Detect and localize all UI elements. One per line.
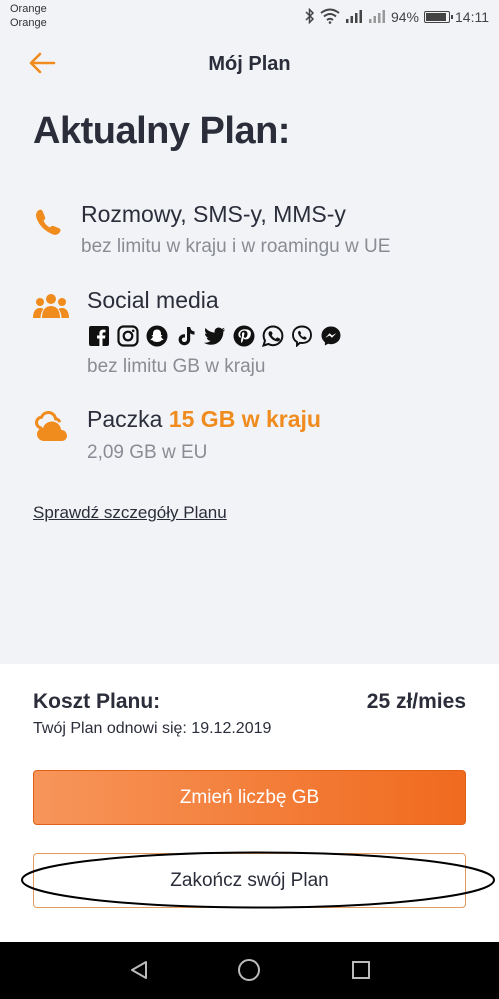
phone-icon <box>33 207 63 242</box>
snapchat-icon <box>145 324 168 347</box>
cloud-icon <box>32 410 70 447</box>
battery-percent: 94% <box>390 9 419 25</box>
change-gb-button[interactable]: Zmień liczbę GB <box>33 770 466 825</box>
instagram-icon <box>116 324 139 347</box>
carrier-name: Orange <box>10 3 47 15</box>
messenger-icon <box>319 324 342 347</box>
users-icon <box>32 292 70 325</box>
cost-label: Koszt Planu: <box>33 690 161 713</box>
viber-icon <box>290 324 313 347</box>
data-title-prefix: Paczka <box>87 406 169 432</box>
calls-title: Rozmowy, SMS-y, MMS-y <box>81 201 346 227</box>
pinterest-icon <box>232 324 255 347</box>
page-title: Mój Plan <box>208 53 291 75</box>
social-title: Social media <box>87 287 219 313</box>
triangle-back-icon <box>131 961 147 979</box>
plan-details-link[interactable]: Sprawdź szczegóły Planu <box>33 503 227 523</box>
data-title: Paczka 15 GB w kraju <box>87 406 321 433</box>
data-title-accent: 15 GB w kraju <box>168 406 321 432</box>
clock: 14:11 <box>455 9 489 25</box>
plan-heading: Aktualny Plan: <box>33 110 290 152</box>
social-subtitle: bez limitu GB w kraju <box>87 356 266 377</box>
cost-panel: Koszt Planu: 25 zł/mies Twój Plan odnowi… <box>0 664 499 942</box>
circle-home-icon <box>238 959 260 981</box>
system-nav-bar <box>0 942 499 999</box>
carrier-name-secondary: Orange <box>10 17 47 29</box>
data-subtitle: 2,09 GB w EU <box>87 442 208 463</box>
social-apps-row <box>87 324 342 347</box>
cost-value: 25 zł/mies <box>366 690 466 713</box>
facebook-icon <box>87 324 110 347</box>
status-bar: Orange Orange 94% 14:11 <box>0 0 499 34</box>
bluetooth-icon <box>305 7 315 27</box>
battery-icon <box>424 11 453 23</box>
signal-secondary-icon <box>368 9 386 26</box>
nav-recents-button[interactable] <box>348 957 374 983</box>
square-recents-icon <box>352 961 370 979</box>
nav-home-button[interactable] <box>236 957 262 983</box>
whatsapp-icon <box>261 324 284 347</box>
end-plan-button[interactable]: Zakończ swój Plan <box>33 853 466 908</box>
twitter-icon <box>203 324 226 347</box>
renewal-date: Twój Plan odnowi się: 19.12.2019 <box>33 720 272 737</box>
wifi-icon <box>320 8 340 27</box>
tiktok-icon <box>174 324 197 347</box>
nav-back-button[interactable] <box>126 957 152 983</box>
signal-icon <box>345 9 363 26</box>
calls-subtitle: bez limitu w kraju i w roamingu w UE <box>81 236 391 257</box>
